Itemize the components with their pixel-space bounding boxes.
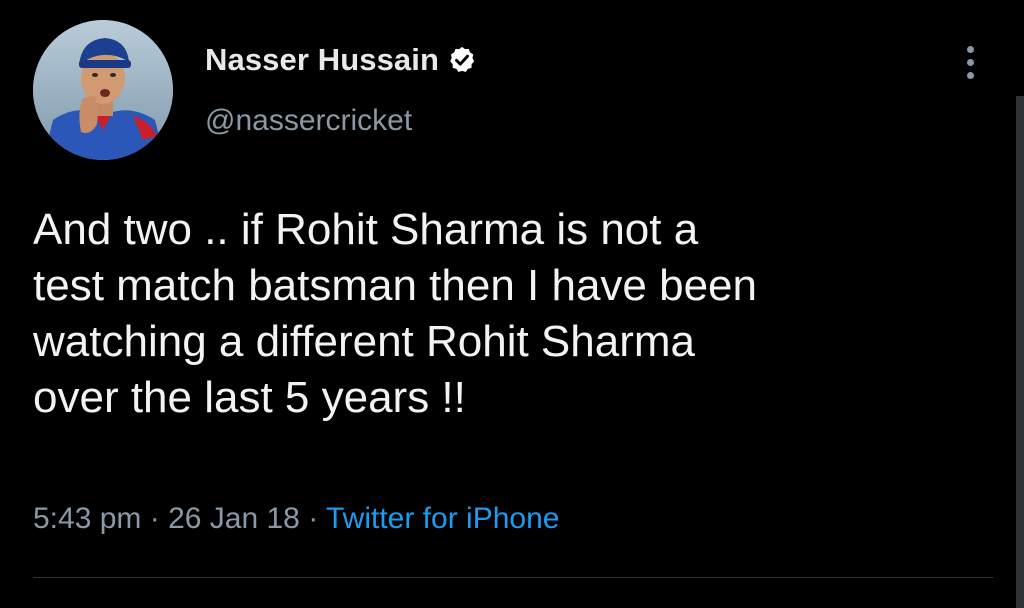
divider	[33, 577, 993, 578]
avatar-photo	[33, 20, 173, 160]
author-display-name[interactable]: Nasser Hussain	[205, 42, 439, 78]
tweet-text-line: over the last 5 years !!	[33, 373, 466, 422]
meta-separator: ·	[308, 502, 326, 535]
tweet-detail: Nasser Hussain @nassercricket And two ..…	[0, 0, 1024, 608]
author-name-row[interactable]: Nasser Hussain	[205, 42, 477, 78]
more-vertical-icon	[966, 58, 974, 66]
tweet-date[interactable]: 26 Jan 18	[168, 502, 300, 535]
tweet-text-line: test match batsman then I have been	[33, 261, 758, 310]
more-options-button[interactable]	[952, 40, 988, 84]
author-handle[interactable]: @nassercricket	[205, 104, 412, 138]
more-vertical-icon	[966, 71, 974, 79]
tweet-text-line: And two .. if Rohit Sharma is not a	[33, 205, 699, 254]
verified-badge-icon	[450, 46, 475, 72]
tweet-text-line: watching a different Rohit Sharma	[33, 317, 695, 366]
tweet-source-link[interactable]: Twitter for iPhone	[326, 502, 559, 535]
more-vertical-icon	[966, 45, 974, 53]
tweet-meta: 5:43 pm · 26 Jan 18 · Twitter for iPhone	[33, 502, 559, 536]
author-avatar[interactable]	[33, 20, 173, 160]
tweet-time[interactable]: 5:43 pm	[33, 502, 141, 535]
meta-separator: ·	[149, 502, 169, 535]
side-panel-edge	[1016, 96, 1024, 608]
tweet-text: And two .. if Rohit Sharma is not a test…	[33, 202, 993, 426]
